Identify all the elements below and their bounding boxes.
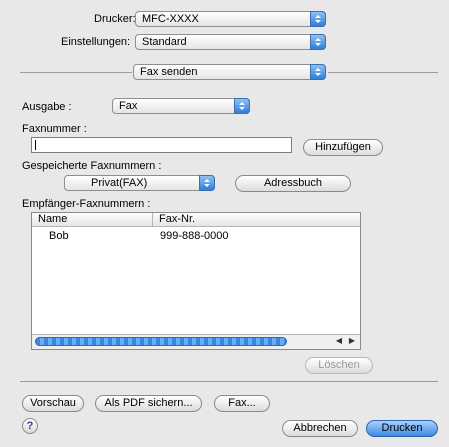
save-pdf-button[interactable]: Als PDF sichern... (95, 395, 202, 412)
column-header-fax[interactable]: Fax-Nr. (159, 213, 195, 225)
help-button[interactable]: ? (22, 418, 38, 434)
separator (20, 72, 132, 73)
output-label: Ausgabe : (22, 101, 72, 113)
preview-button[interactable]: Vorschau (22, 395, 84, 412)
table-header: Name Fax-Nr. (32, 213, 360, 227)
row-fax: 999-888-0000 (160, 230, 229, 242)
address-book-button[interactable]: Adressbuch (235, 175, 351, 192)
column-header-name[interactable]: Name (38, 213, 67, 225)
recipients-table[interactable]: Name Fax-Nr. Bob 999-888-0000 ◀ ▶ (31, 212, 361, 350)
print-button[interactable]: Drucken (366, 420, 438, 437)
cancel-button[interactable]: Abbrechen (282, 420, 358, 437)
panel-popup[interactable]: Fax senden (133, 64, 326, 80)
text-cursor (35, 140, 36, 150)
popup-arrows-icon (199, 175, 215, 191)
scrollbar-thumb[interactable] (35, 337, 287, 346)
separator (20, 381, 438, 382)
table-row[interactable]: Bob 999-888-0000 (32, 230, 360, 243)
recipients-label: Empfänger-Faxnummern : (22, 198, 151, 210)
printer-label: Drucker: (94, 13, 136, 25)
output-value: Fax (119, 100, 138, 112)
printer-value: MFC-XXXX (142, 13, 199, 25)
popup-arrows-icon (310, 11, 326, 27)
popup-arrows-icon (310, 64, 326, 80)
scroll-right-icon[interactable]: ▶ (349, 336, 355, 345)
presets-value: Standard (142, 36, 187, 48)
column-divider (152, 213, 153, 226)
row-name: Bob (49, 230, 69, 242)
presets-label: Einstellungen: (61, 36, 131, 48)
add-button[interactable]: Hinzufügen (303, 139, 383, 156)
presets-popup[interactable]: Standard (135, 34, 326, 50)
delete-button[interactable]: Löschen (305, 357, 373, 374)
scroll-left-icon[interactable]: ◀ (336, 336, 342, 345)
panel-value: Fax senden (140, 66, 198, 78)
popup-arrows-icon (310, 34, 326, 50)
fax-number-label: Faxnummer : (22, 123, 87, 135)
stored-value: Privat(FAX) (91, 177, 148, 189)
output-popup[interactable]: Fax (112, 98, 250, 114)
stored-popup[interactable]: Privat(FAX) (64, 175, 215, 191)
popup-arrows-icon (234, 98, 250, 114)
fax-number-input[interactable] (31, 137, 292, 153)
horizontal-scrollbar[interactable]: ◀ ▶ (32, 334, 360, 349)
stored-label: Gespeicherte Faxnummern : (22, 160, 162, 172)
fax-button[interactable]: Fax... (214, 395, 270, 412)
separator (328, 72, 438, 73)
printer-popup[interactable]: MFC-XXXX (135, 11, 326, 27)
